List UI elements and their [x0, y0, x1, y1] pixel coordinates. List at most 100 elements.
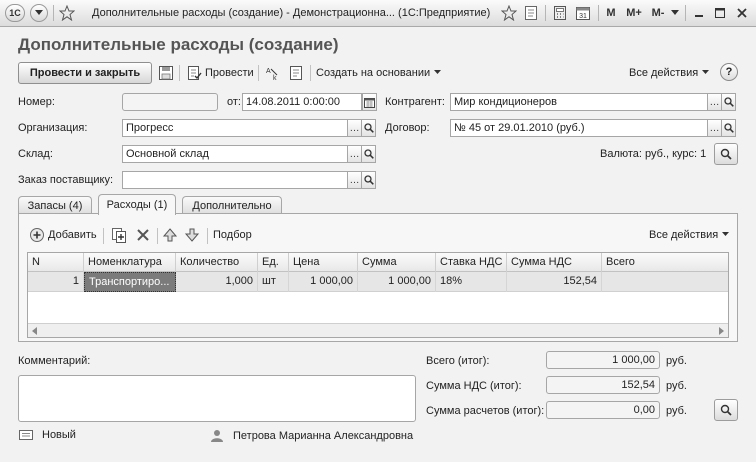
counterparty-open-button[interactable] [721, 93, 736, 111]
link-button[interactable] [522, 4, 540, 22]
expenses-table[interactable]: N Номенклатура Количество Ед. Цена Сумма… [27, 252, 729, 338]
dropdown-arrow-icon [671, 10, 679, 15]
column-header-vat-sum[interactable]: Сумма НДС [507, 253, 602, 272]
memory-button[interactable]: M [604, 4, 618, 22]
supplier-order-select-button[interactable]: … [347, 171, 362, 189]
app-logo-button[interactable]: 1С [5, 4, 25, 22]
post-and-close-button[interactable]: Провести и закрыть [18, 62, 152, 84]
cell-unit[interactable]: шт [258, 272, 289, 292]
add-row-button[interactable]: Добавить [29, 226, 97, 244]
spellcheck-button[interactable]: Ak [265, 64, 284, 82]
all-actions-button[interactable]: Все действия [629, 64, 710, 82]
scroll-right-icon[interactable] [717, 327, 725, 335]
create-based-on-button[interactable]: Создать на основании [316, 64, 442, 82]
counterparty-label: Контрагент: [385, 96, 445, 108]
search-icon [363, 175, 374, 185]
total-field: 1 000,00 [546, 351, 660, 369]
favorite-button[interactable] [58, 4, 76, 22]
calculator-button[interactable] [551, 4, 569, 22]
svg-text:A: A [266, 68, 271, 75]
cell-n[interactable]: 1 [28, 272, 84, 292]
date-picker-button[interactable] [362, 93, 377, 111]
main-menu-button[interactable] [30, 4, 48, 22]
cell-price[interactable]: 1 000,00 [289, 272, 358, 292]
column-header-quantity[interactable]: Количество [176, 253, 258, 272]
save-button[interactable] [158, 64, 177, 82]
contract-select-button[interactable]: … [707, 119, 722, 137]
scroll-left-icon[interactable] [31, 327, 39, 335]
calendar-button[interactable]: 31 [574, 4, 592, 22]
column-header-item[interactable]: Номенклатура [84, 253, 176, 272]
column-header-unit[interactable]: Ед. [258, 253, 289, 272]
counterparty-field[interactable]: Мир кондиционеров [450, 93, 708, 111]
settlement-details-button[interactable] [714, 399, 738, 421]
column-header-total[interactable]: Всего [602, 253, 728, 272]
warehouse-field[interactable]: Основной склад [122, 145, 348, 163]
help-button[interactable]: ? [720, 63, 738, 81]
table-all-actions-button[interactable]: Все действия [649, 226, 730, 244]
memory-plus-button[interactable]: M+ [624, 4, 644, 22]
memory-minus-button[interactable]: M- [648, 4, 668, 22]
organization-field[interactable]: Прогресс [122, 119, 348, 137]
search-icon [723, 97, 734, 107]
comment-label: Комментарий: [18, 355, 91, 367]
organization-select-button[interactable]: … [347, 119, 362, 137]
date-field[interactable]: 14.08.2011 0:00:00 [242, 93, 362, 111]
cell-total[interactable] [602, 272, 728, 292]
move-up-button[interactable] [162, 226, 181, 244]
search-icon [363, 123, 374, 133]
counterparty-select-button[interactable]: … [707, 93, 722, 111]
favorite-star-icon [59, 5, 75, 21]
supplier-order-open-button[interactable] [361, 171, 376, 189]
column-header-price[interactable]: Цена [289, 253, 358, 272]
contract-open-button[interactable] [721, 119, 736, 137]
currency-rate-button[interactable] [714, 143, 738, 165]
cell-item[interactable]: Транспортиро... [84, 272, 176, 292]
more-button[interactable] [670, 4, 680, 22]
post-button[interactable]: Провести [186, 64, 254, 82]
close-button[interactable] [733, 4, 751, 22]
move-down-icon [184, 228, 200, 242]
organization-open-button[interactable] [361, 119, 376, 137]
move-down-button[interactable] [184, 226, 203, 244]
cell-vat-rate[interactable]: 18% [436, 272, 507, 292]
print-button[interactable] [288, 64, 307, 82]
document-icon [525, 6, 537, 20]
cell-quantity[interactable]: 1,000 [176, 272, 258, 292]
vat-total-label: Сумма НДС (итог): [426, 380, 522, 392]
number-field[interactable] [122, 93, 218, 111]
tab-expenses[interactable]: Расходы (1) [98, 194, 176, 215]
column-header-vat-rate[interactable]: Ставка НДС [436, 253, 507, 272]
settlement-total-field: 0,00 [546, 401, 660, 419]
supplier-order-field[interactable] [122, 171, 348, 189]
warehouse-select-button[interactable]: … [347, 145, 362, 163]
organization-label: Организация: [18, 122, 88, 134]
vat-total-currency: руб. [666, 380, 687, 392]
delete-row-button[interactable] [135, 226, 154, 244]
favorite-star-icon [501, 5, 517, 21]
window-titlebar: 1С Дополнительные расходы (создание) - Д… [0, 0, 756, 27]
table-row[interactable]: 1 Транспортиро... 1,000 шт 1 000,00 1 00… [28, 272, 728, 292]
favorite-doc-button[interactable] [500, 4, 518, 22]
dropdown-arrow-icon [702, 70, 710, 74]
table-all-actions-label: Все действия [649, 229, 719, 241]
column-header-n[interactable]: N [28, 253, 84, 272]
document-state-label: Новый [42, 429, 76, 441]
tab-inventory[interactable]: Запасы (4) [18, 196, 92, 214]
cell-vat-sum[interactable]: 152,54 [507, 272, 602, 292]
calculator-icon [554, 6, 566, 20]
column-header-sum[interactable]: Сумма [358, 253, 436, 272]
maximize-button[interactable] [711, 4, 729, 22]
copy-row-button[interactable] [111, 226, 130, 244]
comment-field[interactable] [18, 375, 416, 422]
minimize-button[interactable] [690, 4, 708, 22]
horizontal-scrollbar[interactable] [28, 323, 728, 337]
pick-button[interactable]: Подбор [213, 226, 252, 244]
tab-additional[interactable]: Дополнительно [182, 196, 282, 214]
form-title: Дополнительные расходы (создание) [18, 35, 339, 54]
cell-sum[interactable]: 1 000,00 [358, 272, 436, 292]
warehouse-open-button[interactable] [361, 145, 376, 163]
user-icon [211, 430, 223, 442]
close-icon [737, 8, 747, 18]
contract-field[interactable]: № 45 от 29.01.2010 (руб.) [450, 119, 708, 137]
